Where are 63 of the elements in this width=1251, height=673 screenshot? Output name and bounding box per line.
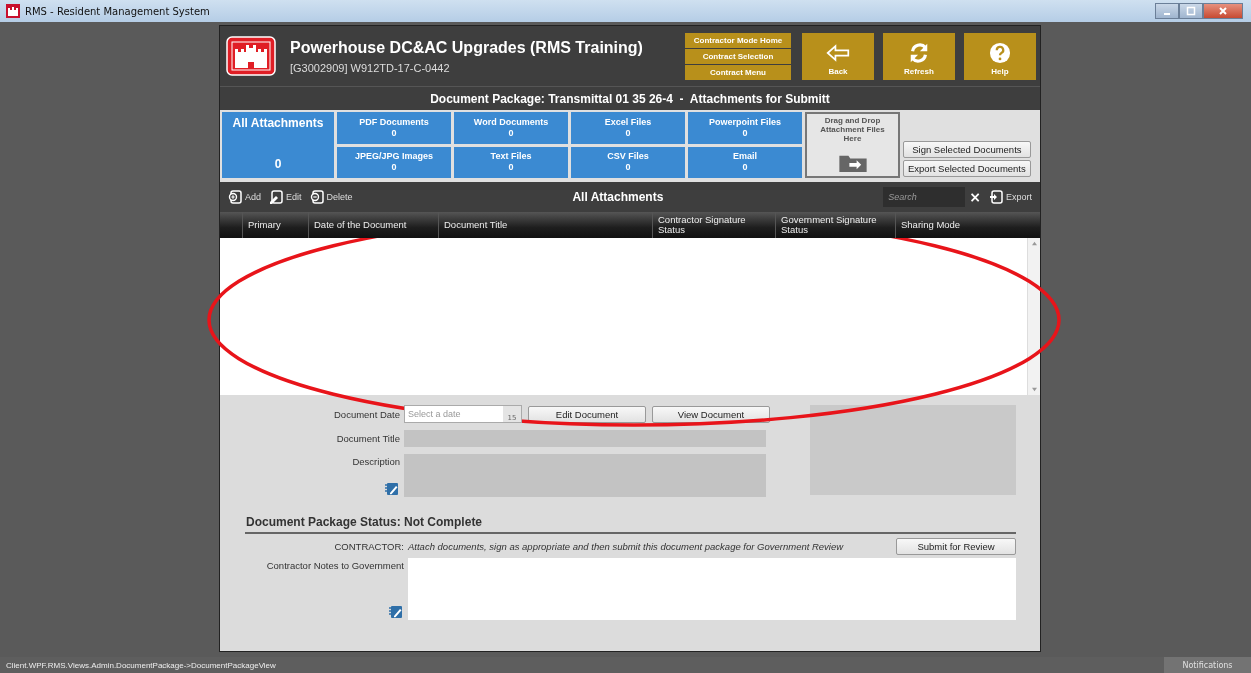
category-tile[interactable]: Powerpoint Files 0 bbox=[688, 112, 802, 144]
form-button[interactable]: Edit Document bbox=[528, 405, 646, 423]
package-title: Document Package: Transmittal 01 35 26-4 - Attachments for Submitt bbox=[430, 91, 830, 106]
close-icon bbox=[1218, 6, 1228, 16]
export-button[interactable]: Export bbox=[989, 190, 1032, 204]
notepad-pencil-icon[interactable] bbox=[388, 604, 404, 620]
folder-icon bbox=[837, 153, 868, 173]
category-tile[interactable]: Excel Files 0 bbox=[571, 112, 685, 144]
minimize-icon bbox=[1164, 13, 1170, 15]
category-tile[interactable]: Text Files 0 bbox=[454, 146, 568, 178]
castle-logo bbox=[226, 36, 276, 76]
field-label: CONTRACTOR: bbox=[333, 541, 404, 552]
document-pencil-icon bbox=[269, 190, 283, 204]
action-button[interactable]: Sign Selected Documents bbox=[903, 141, 1031, 158]
notifications-button[interactable]: Notifications bbox=[1164, 657, 1251, 673]
submit-button[interactable]: Submit for Review bbox=[896, 538, 1016, 555]
drop-zone-label: Drag and Drop Attachment Files Here bbox=[819, 116, 886, 143]
category-tile[interactable]: JPEG/JPG Images 0 bbox=[337, 146, 451, 178]
castle-icon bbox=[6, 4, 20, 18]
nav-button[interactable]: Refresh bbox=[883, 32, 955, 80]
field-label: Document Date bbox=[333, 408, 400, 420]
scroll-up-icon bbox=[1030, 241, 1038, 246]
category-tile[interactable]: All Attachments 0 bbox=[222, 112, 334, 178]
nav-link[interactable]: Contractor Mode Home bbox=[685, 32, 791, 48]
category-tile[interactable]: Word Documents 0 bbox=[454, 112, 568, 144]
category-tile[interactable]: CSV Files 0 bbox=[571, 146, 685, 178]
nav-button[interactable]: Back bbox=[802, 32, 874, 80]
drop-zone[interactable]: Drag and Drop Attachment Files Here bbox=[805, 112, 900, 178]
notes-field[interactable] bbox=[408, 558, 1016, 620]
status-path: Client.WPF.RMS.Views.Admin.DocumentPackage->DocumentPackageView bbox=[5, 660, 276, 670]
toolbar-button[interactable]: Edit bbox=[269, 190, 302, 204]
field-label: Description bbox=[352, 456, 400, 467]
maximize-icon bbox=[1186, 6, 1196, 16]
window-title: RMS - Resident Management System bbox=[25, 5, 210, 17]
field-label: Document Title bbox=[335, 433, 400, 444]
notepad-pencil-icon[interactable] bbox=[384, 481, 400, 497]
clear-search-button[interactable]: × bbox=[969, 189, 981, 205]
document-minus-icon bbox=[309, 190, 324, 204]
status-heading: Document Package Status: Not Complete bbox=[245, 515, 1016, 534]
scrollbar[interactable] bbox=[1027, 238, 1040, 395]
help-icon bbox=[988, 41, 1012, 64]
field-label: Contractor Notes to Government bbox=[265, 560, 404, 571]
title-field[interactable] bbox=[404, 430, 766, 447]
action-button[interactable]: Export Selected Documents bbox=[903, 160, 1031, 177]
list-title: All Attachments bbox=[571, 190, 665, 204]
toolbar-button[interactable]: Add bbox=[228, 190, 261, 204]
scroll-down-icon bbox=[1030, 387, 1038, 392]
contract-number: [G3002909] W912TD-17-C-0442 bbox=[290, 61, 451, 74]
category-tile[interactable]: Email 0 bbox=[688, 146, 802, 178]
maximize-button[interactable] bbox=[1179, 3, 1203, 19]
description-field[interactable] bbox=[404, 454, 766, 497]
minimize-button[interactable] bbox=[1155, 3, 1179, 19]
form-button[interactable]: View Document bbox=[652, 405, 770, 423]
nav-link[interactable]: Contract Menu bbox=[685, 64, 791, 80]
search-field[interactable]: Search bbox=[883, 187, 966, 207]
toolbar-button[interactable]: Delete bbox=[309, 190, 353, 204]
instruction-text: Attach documents, sign as appropriate and then submit this document package for Government Review bbox=[408, 541, 845, 552]
document-plus-icon bbox=[228, 190, 242, 204]
nav-button[interactable]: Help bbox=[964, 32, 1036, 80]
project-title: Powerhouse DC&AC Upgrades (RMS Training) bbox=[290, 38, 644, 57]
category-tile[interactable]: PDF Documents 0 bbox=[337, 112, 451, 144]
close-button[interactable] bbox=[1203, 3, 1243, 19]
nav-link[interactable]: Contract Selection bbox=[685, 48, 791, 64]
